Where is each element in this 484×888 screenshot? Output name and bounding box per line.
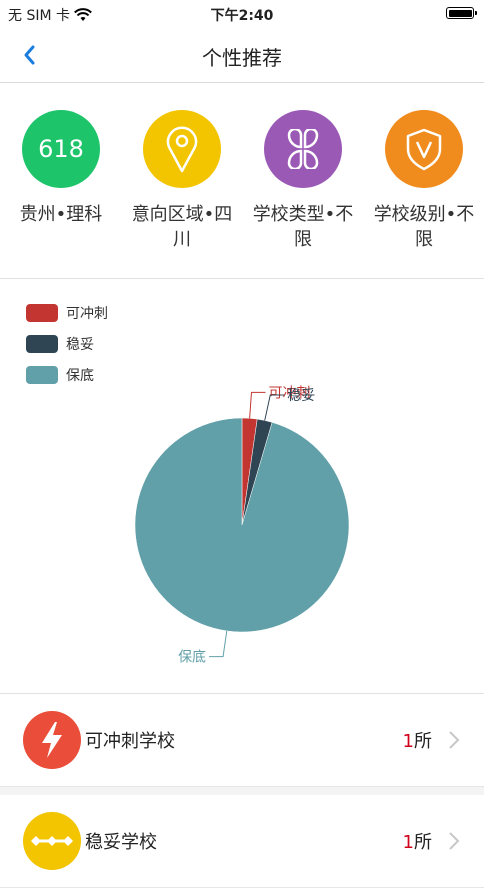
shield-v-icon xyxy=(385,110,463,188)
safe-schools-count: 1所 xyxy=(403,828,432,854)
chevron-right-icon xyxy=(449,832,460,850)
battery-icon xyxy=(446,7,477,19)
sprint-count-unit: 所 xyxy=(414,731,432,752)
chart-section: 可冲刺 稳妥 保底 可冲刺 稳妥 保底 xyxy=(0,279,484,694)
navigation-bar: 个性推荐 xyxy=(0,28,484,83)
four-petal-icon xyxy=(264,110,342,188)
pie-slice-2[interactable] xyxy=(134,417,350,633)
preference-summary: 618 贵州•理科 意向区域•四川 学校类型•不限 学校级别•不限 xyxy=(0,83,484,279)
pref-region-label: 意向区域•四川 xyxy=(131,204,233,250)
row-separator xyxy=(0,787,484,795)
pref-region[interactable]: 意向区域•四川 xyxy=(127,110,237,252)
sprint-schools-count: 1所 xyxy=(403,727,432,753)
pref-school-type[interactable]: 学校类型•不限 xyxy=(248,110,358,252)
pie-chart: 可冲刺稳妥保底 xyxy=(134,385,350,666)
pie-leader-line-2 xyxy=(209,630,228,658)
status-bar: 无 SIM 卡 下午2:40 xyxy=(0,0,484,28)
sprint-schools-label: 可冲刺学校 xyxy=(85,731,175,752)
page-title: 个性推荐 xyxy=(202,46,282,70)
pref-province-label: 贵州•理科 xyxy=(19,204,103,225)
safe-count-unit: 所 xyxy=(414,832,432,853)
pie-label-1: 稳妥 xyxy=(287,388,315,404)
pie-leader-line-0 xyxy=(249,391,266,419)
safe-count-number: 1 xyxy=(402,832,414,853)
status-time: 下午2:40 xyxy=(210,8,274,24)
score-text: 618 xyxy=(38,135,84,163)
pie-label-2: 保底 xyxy=(178,650,206,666)
pref-province[interactable]: 618 贵州•理科 xyxy=(6,110,116,227)
balance-icon xyxy=(23,812,81,870)
sprint-count-number: 1 xyxy=(402,731,414,752)
score-badge: 618 xyxy=(22,110,100,188)
pref-school-type-label: 学校类型•不限 xyxy=(252,204,354,250)
pref-school-level[interactable]: 学校级别•不限 xyxy=(369,110,479,252)
lightning-icon xyxy=(23,711,81,769)
pref-school-level-label: 学校级别•不限 xyxy=(373,204,475,250)
sprint-schools-row[interactable]: 可冲刺学校 1所 xyxy=(0,694,484,787)
safe-schools-row[interactable]: 稳妥学校 1所 xyxy=(0,795,484,888)
location-pin-icon xyxy=(143,110,221,188)
chevron-right-icon xyxy=(449,731,460,749)
safe-schools-label: 稳妥学校 xyxy=(85,832,157,853)
